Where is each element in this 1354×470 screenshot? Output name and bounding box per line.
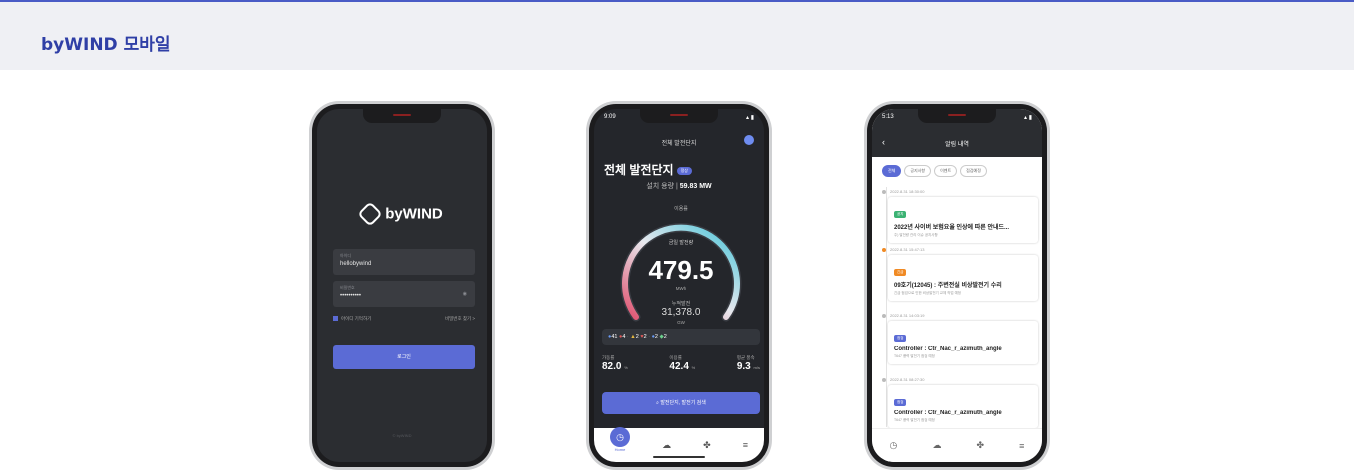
notification-card[interactable]: 공지 2022년 사이버 보험요율 인상에 따른 안내드... 주) 발전량 관… bbox=[888, 197, 1038, 243]
phone-login: byWIND 아이디 hellobywind 비밀번호 •••••••••• ◉… bbox=[309, 101, 495, 470]
filter-chips: 전체 공지사항 이벤트 점검예정 bbox=[882, 165, 987, 177]
notification-tag: 긴급 bbox=[894, 269, 907, 276]
notification-date: 2022.8.31 08:27:30 bbox=[882, 377, 924, 382]
login-screen: byWIND 아이디 hellobywind 비밀번호 •••••••••• ◉… bbox=[317, 109, 487, 462]
timeline-line bbox=[886, 187, 887, 427]
notification-date: 2022.8.31 14:03:19 bbox=[882, 313, 924, 318]
stat-availability: 가동률 82.0 % bbox=[602, 355, 628, 372]
clock-icon[interactable]: ◷ bbox=[890, 440, 898, 451]
notification-date: 2022.8.31 18:30:00 bbox=[882, 189, 924, 194]
stat-utilization: 이용률 42.4 % bbox=[669, 355, 696, 372]
section-header: byWIND 모바일 bbox=[0, 0, 1354, 70]
status-icons: ▴ ▮ bbox=[1024, 115, 1032, 121]
notifications-screen: 5:13 ▴ ▮ ‹ 알림 내역 전체 공지사항 이벤트 점검예정 2022.8… bbox=[872, 109, 1042, 462]
notification-date: 2022.8.31 15:47:13 bbox=[882, 247, 924, 252]
notification-tag: 공지 bbox=[894, 211, 907, 218]
remember-row: 아이디 기억하기 비밀번호 찾기 > bbox=[333, 316, 475, 322]
notification-card[interactable]: 점검 Controller : Ctr_Nac_r_azimuth_angle … bbox=[888, 385, 1038, 428]
notch bbox=[918, 109, 996, 123]
status-time: 5:13 bbox=[882, 114, 894, 120]
phone-dashboard: 9:09 ▴ ▮ 전체 발전단지 전체 발전단지 정상 설치 용량 | 59.83… bbox=[586, 101, 772, 470]
filter-all[interactable]: 전체 bbox=[882, 165, 902, 177]
id-field[interactable]: 아이디 hellobywind bbox=[333, 249, 475, 275]
notification-tag: 점검 bbox=[894, 399, 907, 406]
wind-logo-icon bbox=[357, 201, 383, 227]
password-field[interactable]: 비밀번호 •••••••••• ◉ bbox=[333, 281, 475, 307]
phone-notifications: 5:13 ▴ ▮ ‹ 알림 내역 전체 공지사항 이벤트 점검예정 2022.8… bbox=[864, 101, 1050, 470]
notification-card[interactable]: 긴급 09호기(12045) : 주변전실 비상발전기 수리 긴급 점검으로 인… bbox=[888, 255, 1038, 301]
filter-event[interactable]: 이벤트 bbox=[934, 165, 958, 177]
filter-notice[interactable]: 공지사항 bbox=[904, 165, 932, 177]
turbine-icon[interactable]: ✤ bbox=[703, 440, 711, 451]
cloud-icon[interactable]: ☁ bbox=[662, 440, 671, 451]
top-bar: 5:13 ▴ ▮ ‹ 알림 내역 bbox=[872, 109, 1042, 157]
power-gauge: 이용률 금일 발전량 479.5 MWh 누적발전 31,378.0 GW bbox=[608, 199, 754, 339]
login-button[interactable]: 로그인 bbox=[333, 345, 475, 369]
menu-icon[interactable]: ≡ bbox=[743, 440, 748, 450]
page-title: 알림 내역 bbox=[945, 142, 969, 148]
dashboard-screen: 9:09 ▴ ▮ 전체 발전단지 전체 발전단지 정상 설치 용량 | 59.83… bbox=[594, 109, 764, 462]
copyright: © byWIND bbox=[392, 433, 412, 438]
summary-stats: 가동률 82.0 % 이용률 42.4 % 평균 풍속 9.3 m/s bbox=[602, 355, 760, 372]
eye-icon[interactable]: ◉ bbox=[463, 291, 467, 297]
home-indicator bbox=[653, 456, 705, 458]
status-badge: 정상 bbox=[676, 166, 692, 175]
section-title: byWIND 모바일 bbox=[41, 35, 171, 55]
bottom-nav: ◷ ☁ ✤ ≡ bbox=[872, 428, 1042, 462]
filter-inspection[interactable]: 점검예정 bbox=[960, 165, 987, 177]
turbine-icon[interactable]: ✤ bbox=[977, 440, 985, 451]
search-button[interactable]: ⌕ 발전단지, 발전기 검색 bbox=[602, 392, 760, 414]
status-time: 9:09 bbox=[604, 114, 616, 120]
page-title: 전체 발전단지 정상 bbox=[604, 161, 692, 178]
status-icons: ▴ ▮ bbox=[746, 115, 754, 121]
turbine-status-strip: ●41 ●4 · ▲2 ♥2 · ●2 ◆2 bbox=[602, 329, 760, 345]
menu-icon[interactable]: ≡ bbox=[1019, 441, 1024, 451]
search-icon: ⌕ bbox=[656, 400, 659, 406]
remember-checkbox[interactable] bbox=[333, 316, 338, 322]
cloud-icon[interactable]: ☁ bbox=[932, 440, 941, 451]
notification-icon[interactable] bbox=[744, 135, 754, 145]
cumulative-value: 31,378.0 bbox=[661, 307, 701, 318]
current-power-value: 479.5 bbox=[648, 255, 714, 285]
notch bbox=[640, 109, 718, 123]
nav-home[interactable]: ◷ Home bbox=[610, 426, 631, 452]
notch bbox=[363, 109, 441, 123]
notification-card[interactable]: 점검 Controller : Ctr_Nac_r_azimuth_angle … bbox=[888, 321, 1038, 364]
clock-icon: ◷ bbox=[610, 426, 631, 447]
find-password-link[interactable]: 비밀번호 찾기 > bbox=[445, 316, 475, 322]
notification-tag: 점검 bbox=[894, 335, 907, 342]
app-logo: byWIND bbox=[317, 201, 487, 227]
capacity: 설치 용량 | 59.83 MW bbox=[646, 183, 712, 190]
stat-wind-speed: 평균 풍속 9.3 m/s bbox=[736, 355, 760, 372]
bottom-nav: ◷ Home ☁ ✤ ≡ bbox=[594, 426, 764, 462]
header-title: 전체 발전단지 bbox=[661, 141, 697, 147]
